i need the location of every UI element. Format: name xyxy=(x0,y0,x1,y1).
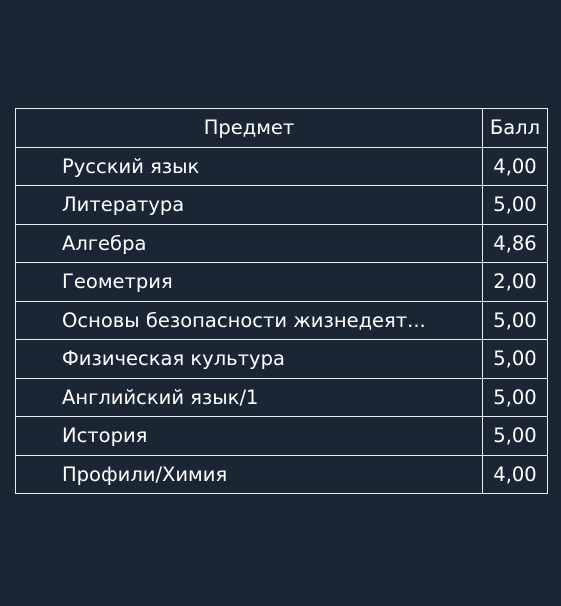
subject-cell: Алгебра xyxy=(15,223,483,263)
table-row[interactable]: Геометрия 2,00 xyxy=(15,262,548,302)
subject-cell: Основы безопасности жизнедеят... xyxy=(15,300,483,340)
score-cell: 5,00 xyxy=(482,416,548,456)
subject-cell: Физическая культура xyxy=(15,339,483,379)
subject-cell: История xyxy=(15,416,483,456)
score-cell: 4,86 xyxy=(482,223,548,263)
score-cell: 2,00 xyxy=(482,262,548,302)
table-row[interactable]: Основы безопасности жизнедеят... 5,00 xyxy=(15,300,548,340)
table-row[interactable]: Профили/Химия 4,00 xyxy=(15,454,548,494)
subject-cell: Геометрия xyxy=(15,262,483,302)
subject-cell: Русский язык xyxy=(15,146,483,186)
table-row[interactable]: Литература 5,00 xyxy=(15,185,548,225)
score-cell: 5,00 xyxy=(482,185,548,225)
score-cell: 4,00 xyxy=(482,454,548,494)
table-row[interactable]: Алгебра 4,86 xyxy=(15,223,548,263)
header-subject[interactable]: Предмет xyxy=(15,108,483,148)
table-row[interactable]: История 5,00 xyxy=(15,416,548,456)
grades-table: Предмет Балл Русский язык 4,00 Литература 5… xyxy=(15,108,548,494)
score-cell: 4,00 xyxy=(482,146,548,186)
header-score[interactable]: Балл xyxy=(482,108,548,148)
subject-cell: Литература xyxy=(15,185,483,225)
subject-cell: Профили/Химия xyxy=(15,454,483,494)
score-cell: 5,00 xyxy=(482,377,548,417)
header-row: Предмет Балл xyxy=(15,108,548,148)
table-row[interactable]: Физическая культура 5,00 xyxy=(15,339,548,379)
table-row[interactable]: Русский язык 4,00 xyxy=(15,146,548,186)
subject-cell: Английский язык/1 xyxy=(15,377,483,417)
table-row[interactable]: Английский язык/1 5,00 xyxy=(15,377,548,417)
score-cell: 5,00 xyxy=(482,339,548,379)
score-cell: 5,00 xyxy=(482,300,548,340)
